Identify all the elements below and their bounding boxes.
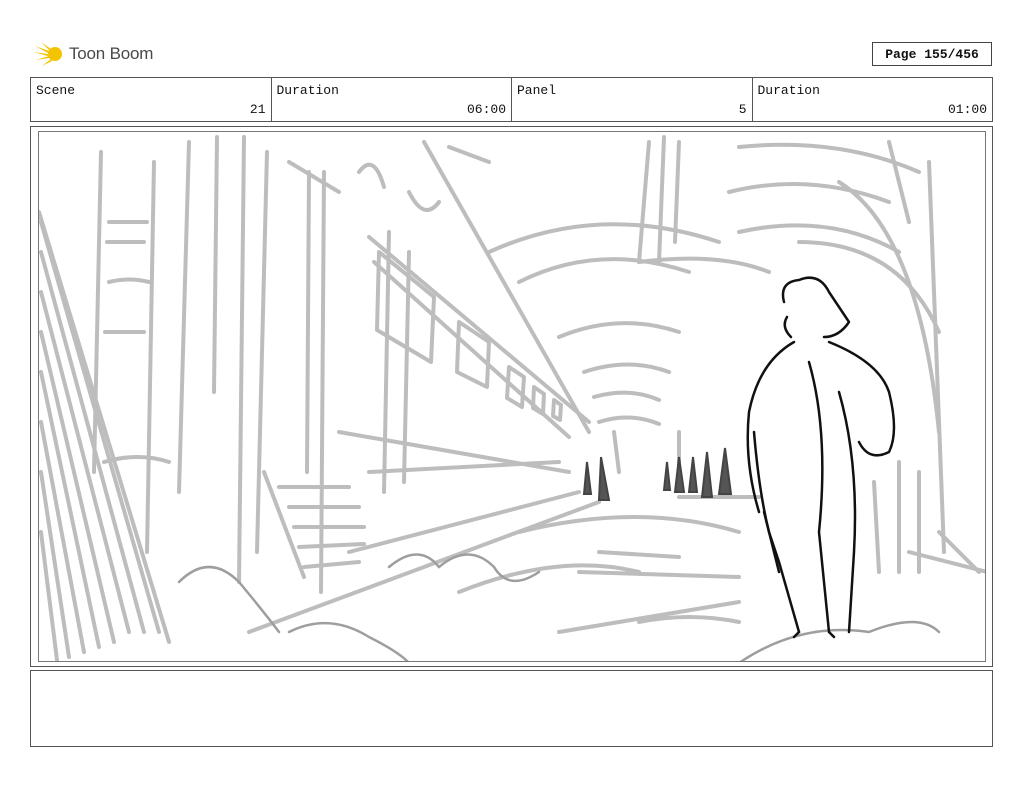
panel-duration-label: Duration (757, 83, 820, 98)
scene-duration-cell: Duration 06:00 (272, 78, 512, 121)
page-counter: Page 155/456 (872, 42, 992, 66)
panel-notes-box (30, 670, 993, 747)
storyboard-panel-frame (30, 126, 993, 667)
panel-value: 5 (738, 102, 747, 117)
panel-info-header: Scene 21 Duration 06:00 Panel 5 Duration… (30, 77, 993, 122)
toon-boom-logo: Toon Boom (33, 37, 173, 71)
scene-cell: Scene 21 (31, 78, 272, 121)
sun-burst-logo-icon (33, 42, 62, 66)
storyboard-panel-image (38, 131, 986, 662)
sketch-drawing (39, 135, 985, 661)
scene-value: 21 (249, 102, 266, 117)
scene-duration-value: 06:00 (466, 102, 506, 117)
panel-cell: Panel 5 (512, 78, 753, 121)
scene-label: Scene (36, 83, 76, 98)
logo-brand-text: Toon Boom (69, 44, 154, 63)
panel-duration-cell: Duration 01:00 (753, 78, 993, 121)
panel-label: Panel (517, 83, 557, 98)
panel-duration-value: 01:00 (947, 102, 987, 117)
scene-duration-label: Duration (276, 83, 339, 98)
